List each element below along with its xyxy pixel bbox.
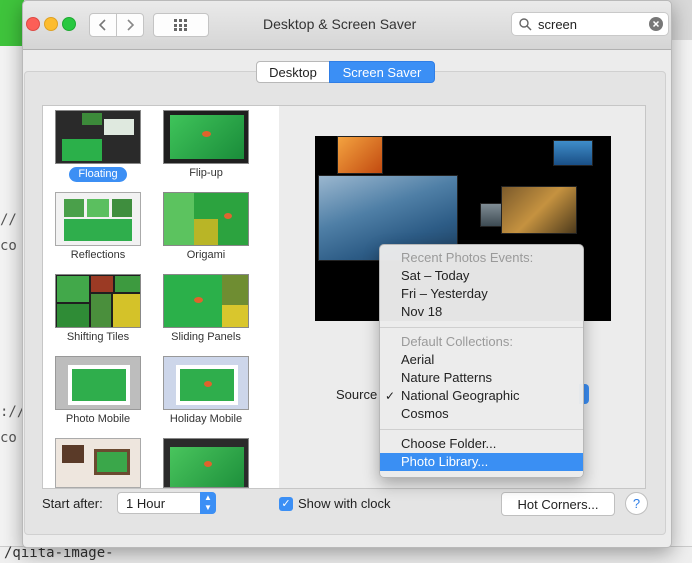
close-button[interactable]	[26, 17, 40, 31]
tab-screen-saver[interactable]: Screen Saver	[329, 61, 435, 83]
saver-label-floating[interactable]: Floating	[69, 167, 127, 182]
saver-label-photo-mobile[interactable]: Photo Mobile	[43, 413, 153, 425]
menu-header-recent: Recent Photos Events:	[401, 250, 534, 265]
screen-saver-list[interactable]: Floating Flip-up Reflections Origami Shi…	[42, 105, 281, 489]
background-code-text: co	[0, 430, 17, 446]
menu-item-recent[interactable]: Sat – Today	[380, 267, 583, 285]
tab-desktop[interactable]: Desktop	[256, 61, 330, 83]
minimize-button[interactable]	[44, 17, 58, 31]
show-all-button[interactable]	[153, 13, 209, 37]
menu-item-choose-folder[interactable]: Choose Folder...	[380, 435, 583, 453]
clear-search-icon[interactable]	[649, 17, 663, 31]
holiday-mobile-thumbnail[interactable]	[163, 356, 249, 410]
preview-photo	[553, 140, 593, 166]
saver-label-reflections[interactable]: Reflections	[43, 249, 153, 261]
menu-item-collection-checked[interactable]: ✓ National Geographic	[380, 387, 583, 405]
show-clock-checkbox[interactable]: ✓	[279, 497, 293, 511]
start-after-label: Start after:	[42, 496, 103, 511]
reflections-thumbnail[interactable]	[55, 192, 141, 246]
menu-item-collection[interactable]: Cosmos	[380, 405, 583, 423]
chevron-left-icon	[98, 19, 106, 31]
background-code-text: //	[0, 212, 17, 228]
forward-button[interactable]	[116, 13, 144, 37]
preview-photo	[501, 186, 577, 234]
checkmark-icon: ✓	[385, 389, 396, 403]
flip-up-thumbnail[interactable]	[163, 110, 249, 164]
preview-photo	[337, 136, 383, 174]
menu-item-collection[interactable]: Aerial	[380, 351, 583, 369]
search-field[interactable]: screen	[511, 12, 669, 36]
photo-mobile-thumbnail[interactable]	[55, 356, 141, 410]
sliding-panels-thumbnail[interactable]	[163, 274, 249, 328]
saver-label-origami[interactable]: Origami	[151, 249, 261, 261]
start-after-select[interactable]: 1 Hour ▲ ▼	[117, 492, 216, 514]
start-after-value: 1 Hour	[126, 496, 166, 511]
shifting-tiles-thumbnail[interactable]	[55, 274, 141, 328]
window-title: Desktop & Screen Saver	[263, 16, 417, 32]
show-clock-label[interactable]: Show with clock	[298, 496, 390, 511]
menu-separator	[380, 429, 583, 430]
saver-label-holiday-mobile[interactable]: Holiday Mobile	[151, 413, 261, 425]
floating-thumbnail[interactable]	[55, 110, 141, 164]
source-menu[interactable]: Recent Photos Events: Sat – Today Fri – …	[379, 244, 584, 478]
background-green-bar	[0, 0, 24, 46]
menu-separator	[380, 327, 583, 328]
background-code-text: co	[0, 238, 17, 254]
saver-label-shifting-tiles[interactable]: Shifting Tiles	[43, 331, 153, 343]
menu-item-photo-library[interactable]: Photo Library...	[380, 453, 583, 471]
menu-item-collection[interactable]: Nature Patterns	[380, 369, 583, 387]
title-bar: Desktop & Screen Saver screen	[23, 1, 671, 50]
classic-thumbnail[interactable]	[163, 438, 249, 488]
menu-header-collections: Default Collections:	[401, 334, 513, 349]
menu-item-label: National Geographic	[401, 388, 520, 403]
hot-corners-button[interactable]: Hot Corners...	[501, 492, 615, 516]
chevron-right-icon	[127, 19, 135, 31]
menu-item-recent[interactable]: Nov 18	[380, 303, 583, 321]
menu-item-recent[interactable]: Fri – Yesterday	[380, 285, 583, 303]
saver-label-flip-up[interactable]: Flip-up	[151, 167, 261, 179]
zoom-button[interactable]	[62, 17, 76, 31]
updown-arrows-icon: ▲ ▼	[200, 492, 216, 514]
search-icon	[519, 18, 532, 31]
origami-thumbnail[interactable]	[163, 192, 249, 246]
search-input-value: screen	[538, 17, 578, 32]
vintage-prints-thumbnail[interactable]	[55, 438, 141, 488]
saver-label-sliding-panels[interactable]: Sliding Panels	[151, 331, 261, 343]
back-button[interactable]	[89, 13, 117, 37]
source-label: Source	[336, 387, 378, 402]
preferences-window: Desktop & Screen Saver screen Desktop Sc…	[22, 0, 672, 548]
help-button[interactable]: ?	[625, 492, 648, 515]
grid-icon	[174, 19, 187, 31]
